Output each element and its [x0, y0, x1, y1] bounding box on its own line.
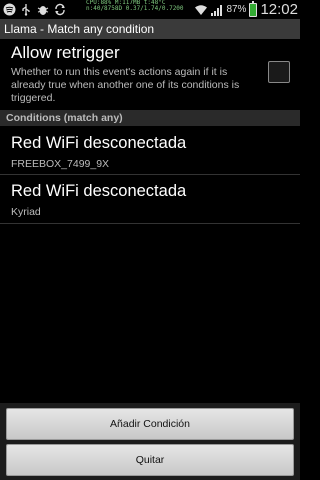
allow-retrigger-description: Whether to run this event's actions agai… [11, 66, 240, 104]
divider [0, 223, 300, 224]
condition-subtitle: FREEBOX_7499_9X [11, 158, 110, 170]
sync-icon [53, 2, 67, 16]
signal-icon [211, 4, 223, 16]
usb-icon [19, 2, 33, 16]
remove-button[interactable]: Quitar [6, 444, 294, 476]
allow-retrigger-row[interactable]: Allow retrigger Whether to run this even… [0, 39, 300, 110]
system-monitor-overlay: CPU:88% M:117MB t:48°C n:40/8758D 0.37/1… [86, 0, 194, 19]
allow-retrigger-title: Allow retrigger [11, 43, 120, 62]
page-title: Llama - Match any condition [4, 22, 155, 36]
clock: 12:02 [260, 1, 298, 18]
bug-icon [36, 2, 50, 16]
condition-title: Red WiFi desconectada [11, 182, 187, 200]
battery-icon [249, 0, 258, 17]
title-bar: Llama - Match any condition [0, 19, 300, 39]
wifi-icon [194, 3, 208, 17]
battery-percentage: 87% [226, 4, 247, 15]
status-bar: CPU:88% M:117MB t:48°C n:40/8758D 0.37/1… [0, 0, 300, 19]
notification-icons [2, 2, 67, 16]
overlay-line: n:40/8758D 0.37/1.74/0.7200 [86, 5, 184, 12]
conditions-header: Conditions (match any) [0, 110, 300, 126]
conditions-header-label: Conditions (match any) [6, 112, 123, 124]
condition-title: Red WiFi desconectada [11, 134, 187, 152]
add-condition-button[interactable]: Añadir Condición [6, 408, 294, 440]
divider [0, 174, 300, 175]
spotify-icon [2, 2, 16, 16]
system-status: 87% 12:02 [194, 0, 298, 18]
allow-retrigger-checkbox[interactable] [268, 61, 290, 83]
button-bar: Añadir Condición Quitar [0, 403, 300, 480]
condition-item[interactable]: Red WiFi desconectada FREEBOX_7499_9X [0, 128, 300, 174]
condition-item[interactable]: Red WiFi desconectada Kyriad [0, 176, 300, 222]
condition-subtitle: Kyriad [11, 206, 41, 218]
